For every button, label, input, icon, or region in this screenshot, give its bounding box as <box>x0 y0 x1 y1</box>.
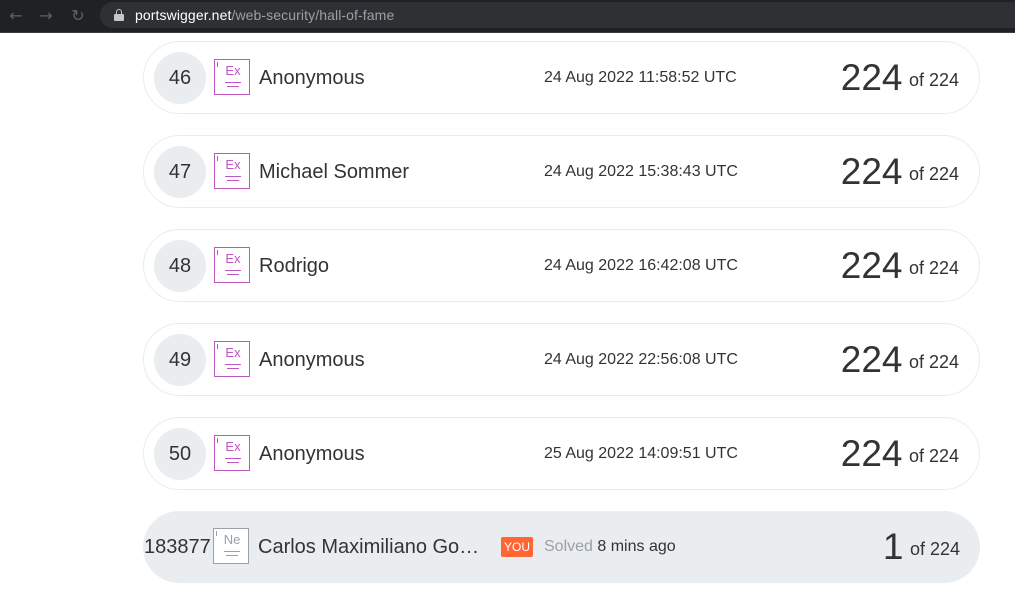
score-value: 224 <box>840 57 903 98</box>
completion-date: 24 Aug 2022 15:38:43 UTC <box>544 163 738 180</box>
browser-toolbar: ← → ↻ portswigger.net/web-security/hall-… <box>0 0 1015 33</box>
solved-label: Solved <box>544 538 593 555</box>
score-total: of 224 <box>908 258 959 278</box>
rank-number: 50 <box>154 428 206 480</box>
level-symbol: Ex <box>225 251 241 266</box>
current-user-row: 183877 Ne Carlos Maximiliano Go… YOU Sol… <box>143 511 980 583</box>
score: 224 of 224 <box>841 244 959 288</box>
reload-icon[interactable]: ↻ <box>68 6 88 26</box>
score: 224 of 224 <box>841 56 959 100</box>
completion-date: 25 Aug 2022 14:09:51 UTC <box>544 445 738 462</box>
level-symbol: Ex <box>225 345 241 360</box>
player-name: Anonymous <box>259 349 365 371</box>
completion-date: 24 Aug 2022 11:58:52 UTC <box>544 69 737 86</box>
leaderboard-row: 48 Ex Rodrigo 24 Aug 2022 16:42:08 UTC 2… <box>143 229 980 302</box>
score: 1 of 224 <box>883 525 960 569</box>
score-value: 1 <box>882 526 904 567</box>
score: 224 of 224 <box>841 150 959 194</box>
leaderboard-row: 47 Ex Michael Sommer 24 Aug 2022 15:38:4… <box>143 135 980 208</box>
address-bar[interactable]: portswigger.net/web-security/hall-of-fam… <box>100 2 1015 28</box>
rank-number: 183877 <box>144 536 211 558</box>
score-total: of 224 <box>908 164 959 184</box>
leaderboard-row: 49 Ex Anonymous 24 Aug 2022 22:56:08 UTC… <box>143 323 980 396</box>
solved-status: Solved 8 mins ago <box>544 538 676 556</box>
level-symbol: Ne <box>223 532 241 547</box>
score: 224 of 224 <box>841 432 959 476</box>
score-total: of 224 <box>908 446 959 466</box>
url-text[interactable]: portswigger.net/web-security/hall-of-fam… <box>135 7 394 23</box>
url-path: /web-security/hall-of-fame <box>231 7 395 23</box>
completion-date: 24 Aug 2022 16:42:08 UTC <box>544 257 738 274</box>
expert-level-badge-icon: Ex <box>214 341 250 377</box>
score-value: 224 <box>840 339 903 380</box>
rank-number: 46 <box>154 52 206 104</box>
player-name: Carlos Maximiliano Go… <box>258 536 480 558</box>
level-symbol: Ex <box>225 63 241 78</box>
player-name: Anonymous <box>259 443 365 465</box>
rank-number: 48 <box>154 240 206 292</box>
you-badge: YOU <box>501 537 534 557</box>
score-value: 224 <box>840 433 903 474</box>
rank-number: 47 <box>154 146 206 198</box>
completion-date: 24 Aug 2022 22:56:08 UTC <box>544 351 738 368</box>
expert-level-badge-icon: Ex <box>214 153 250 189</box>
url-domain: portswigger.net <box>135 7 232 23</box>
player-name: Michael Sommer <box>259 161 410 183</box>
lock-icon[interactable] <box>114 9 124 21</box>
score-value: 224 <box>840 245 903 286</box>
leaderboard-row: 46 Ex Anonymous 24 Aug 2022 11:58:52 UTC… <box>143 41 980 114</box>
novice-level-badge-icon: Ne <box>213 528 249 564</box>
leaderboard-row: 50 Ex Anonymous 25 Aug 2022 14:09:51 UTC… <box>143 417 980 490</box>
level-symbol: Ex <box>225 439 241 454</box>
score-total: of 224 <box>908 352 959 372</box>
score-total: of 224 <box>909 539 960 559</box>
score-total: of 224 <box>908 70 959 90</box>
score: 224 of 224 <box>841 338 959 382</box>
score-value: 224 <box>840 151 903 192</box>
player-name: Rodrigo <box>259 255 330 277</box>
expert-level-badge-icon: Ex <box>214 59 250 95</box>
expert-level-badge-icon: Ex <box>214 247 250 283</box>
forward-arrow-icon[interactable]: → <box>36 6 56 26</box>
level-symbol: Ex <box>225 157 241 172</box>
player-name: Anonymous <box>259 67 365 89</box>
solved-time: 8 mins ago <box>597 538 676 555</box>
rank-number: 49 <box>154 334 206 386</box>
expert-level-badge-icon: Ex <box>214 435 250 471</box>
back-arrow-icon[interactable]: ← <box>6 6 26 26</box>
